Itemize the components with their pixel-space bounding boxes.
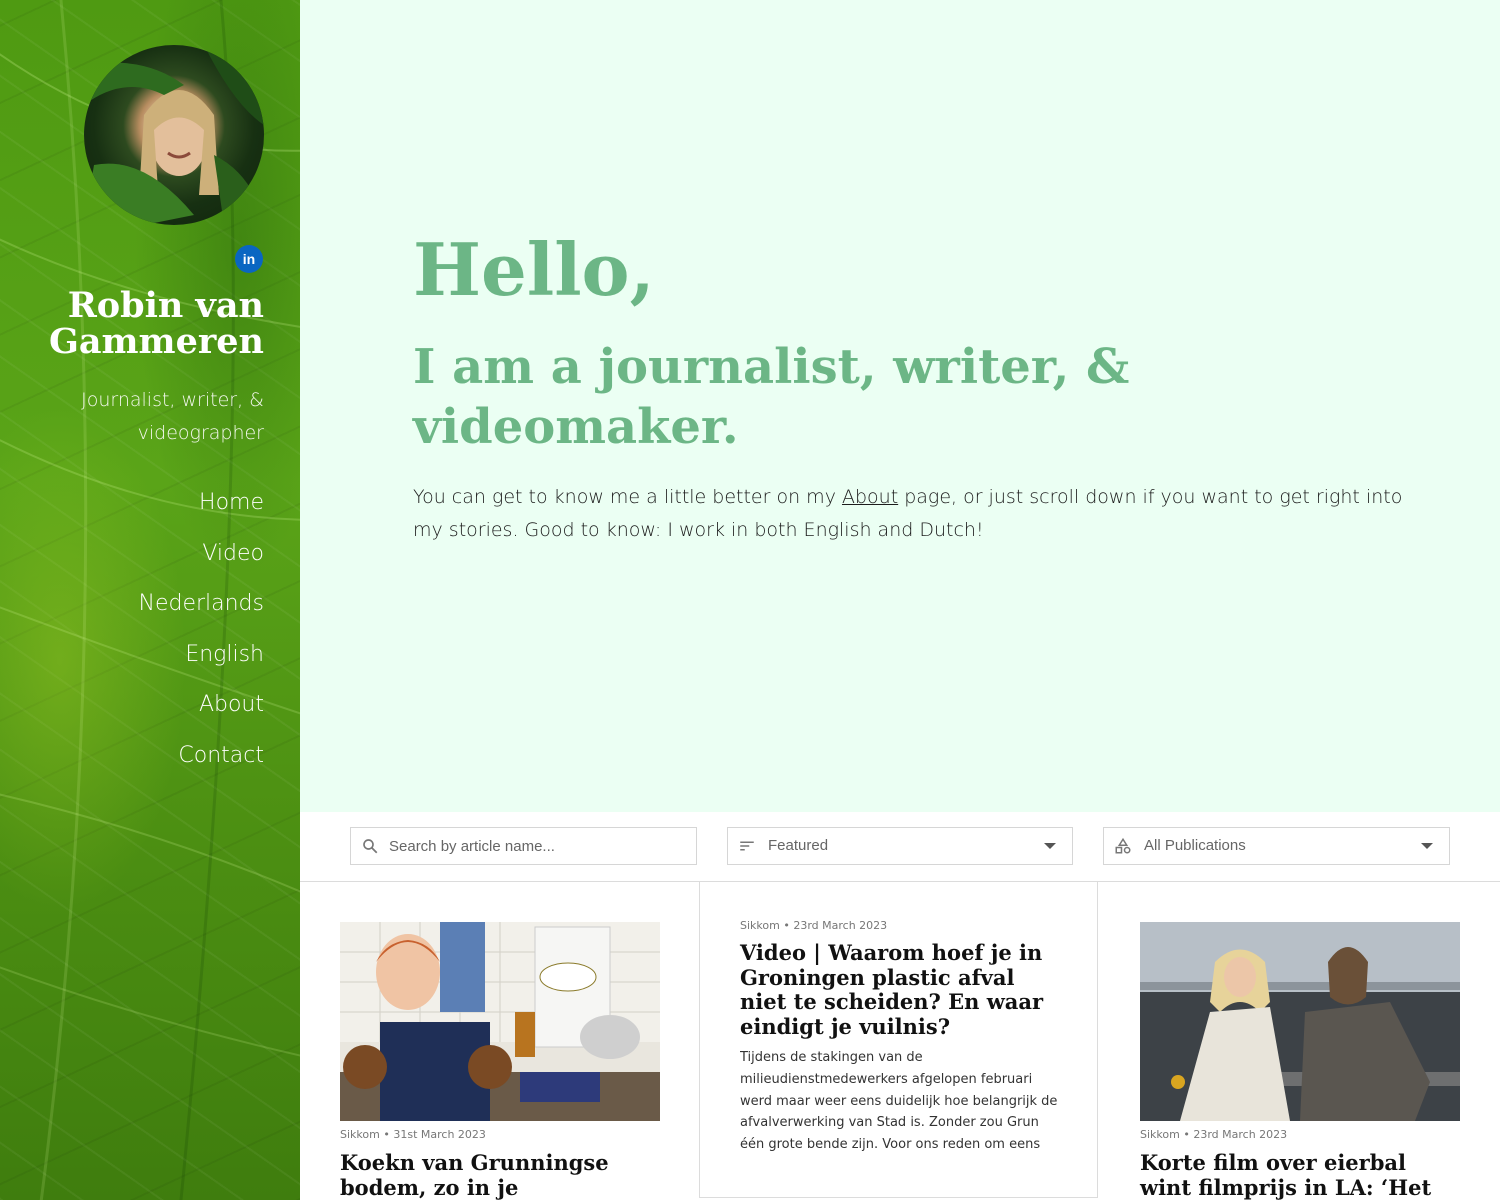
meta-separator: •: [383, 1128, 390, 1141]
category-icon: [1115, 837, 1131, 854]
hero-headline: I am a journalist, writer, & videomaker.: [413, 339, 1130, 455]
intro-text-start: You can get to know me a little better o…: [413, 486, 842, 508]
hero-greeting: Hello,: [413, 227, 655, 312]
article-date: 31st March 2023: [393, 1128, 486, 1141]
nav-item-contact[interactable]: Contact: [24, 731, 264, 782]
hero-intro: You can get to know me a little better o…: [413, 481, 1403, 547]
sort-select[interactable]: Featured: [727, 827, 1073, 865]
main-nav: Home Video Nederlands English About Cont…: [24, 478, 264, 781]
avatar: [84, 45, 264, 225]
meta-separator: •: [783, 919, 790, 932]
search-icon: [363, 839, 378, 854]
meta-separator: •: [1183, 1128, 1190, 1141]
publication-select[interactable]: All Publications: [1103, 827, 1450, 865]
article-title[interactable]: Koekn van Grunningse bodem, zo in je bri…: [340, 1150, 660, 1200]
article-publication: Sikkom: [340, 1128, 380, 1141]
article-title[interactable]: Korte film over eierbal wint filmprijs i…: [1140, 1150, 1460, 1200]
article-filter-bar: Featured All Publications: [300, 812, 1500, 882]
article-card[interactable]: Sikkom • 23rd March 2023 Video | Waarom …: [699, 882, 1098, 1198]
article-date: 23rd March 2023: [793, 919, 888, 932]
article-title[interactable]: Video | Waarom hoef je in Groningen plas…: [740, 940, 1060, 1039]
nav-item-english[interactable]: English: [24, 630, 264, 681]
article-meta: Sikkom • 23rd March 2023: [1140, 1128, 1287, 1142]
hero-section: Hello, I am a journalist, writer, & vide…: [300, 0, 1500, 812]
article-card[interactable]: Sikkom • 31st March 2023 Koekn van Grunn…: [300, 882, 699, 1200]
article-meta: Sikkom • 23rd March 2023: [740, 919, 887, 933]
search-box: [350, 827, 697, 865]
article-publication: Sikkom: [1140, 1128, 1180, 1141]
article-grid: Sikkom • 31st March 2023 Koekn van Grunn…: [300, 882, 1500, 1200]
linkedin-icon[interactable]: in: [235, 245, 263, 273]
chevron-down-icon: [1421, 843, 1433, 849]
site-tagline: Journalist, writer, & videographer: [81, 389, 264, 444]
nav-item-home[interactable]: Home: [24, 478, 264, 529]
article-excerpt: Tijdens de stakingen van de milieudienst…: [740, 1050, 1058, 1153]
chevron-down-icon: [1044, 843, 1056, 849]
search-input[interactable]: [389, 829, 679, 863]
site-name[interactable]: Robin van Gammeren: [24, 288, 264, 360]
sort-icon: [740, 841, 754, 851]
article-thumbnail[interactable]: [1140, 922, 1460, 1121]
article-date: 23rd March 2023: [1193, 1128, 1288, 1141]
article-thumbnail[interactable]: [340, 922, 660, 1121]
nav-item-video[interactable]: Video: [24, 529, 264, 580]
nav-item-nederlands[interactable]: Nederlands: [24, 579, 264, 630]
about-link[interactable]: About: [842, 486, 898, 508]
article-card[interactable]: Sikkom • 23rd March 2023 Korte film over…: [1100, 882, 1499, 1200]
article-publication: Sikkom: [740, 919, 780, 932]
nav-item-about[interactable]: About: [24, 680, 264, 731]
sort-value: Featured: [768, 837, 829, 854]
article-meta: Sikkom • 31st March 2023: [340, 1128, 486, 1142]
sidebar: in Robin van Gammeren Journalist, writer…: [0, 0, 300, 1200]
publication-value: All Publications: [1144, 837, 1246, 854]
